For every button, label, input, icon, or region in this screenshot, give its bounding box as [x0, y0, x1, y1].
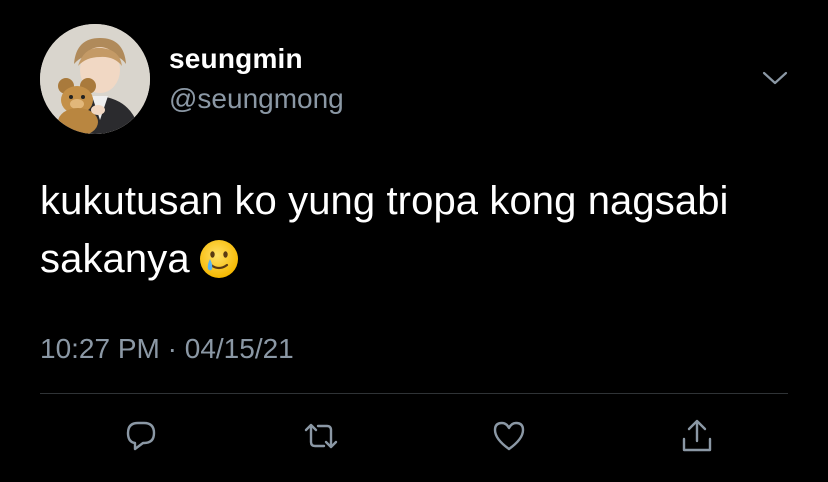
heart-icon [491, 419, 527, 453]
share-icon [679, 417, 715, 455]
user-handle[interactable]: @seungmong [169, 83, 344, 115]
retweet-icon [302, 418, 340, 454]
tweet-date: 04/15/21 [184, 333, 294, 364]
divider [40, 393, 788, 394]
retweet-button[interactable] [298, 413, 344, 459]
meta-separator: · [167, 333, 177, 364]
reply-icon [123, 418, 159, 454]
chevron-down-icon[interactable] [758, 64, 792, 92]
tweet-text: kukutusan ko yung tropa kong nagsabi sak… [40, 179, 729, 281]
reply-button[interactable] [118, 413, 164, 459]
share-button[interactable] [674, 413, 720, 459]
tweet-time: 10:27 PM [40, 333, 160, 364]
smiling-face-with-tear-emoji [198, 238, 240, 280]
avatar[interactable] [40, 24, 150, 134]
like-button[interactable] [486, 413, 532, 459]
display-name[interactable]: seungmin [169, 43, 303, 75]
tweet-timestamp[interactable]: 10:27 PM · 04/15/21 [40, 333, 294, 365]
tweet-body: kukutusan ko yung tropa kong nagsabi sak… [40, 172, 800, 288]
